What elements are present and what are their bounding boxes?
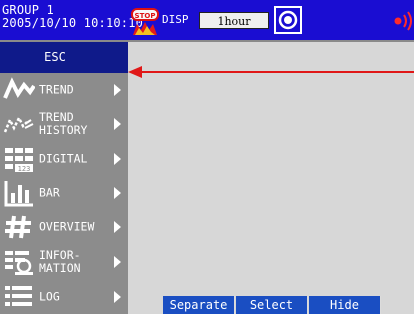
submenu-arrow-icon bbox=[114, 187, 121, 199]
trend-icon bbox=[3, 77, 35, 99]
date-time: 2005/10/10 10:10:10 bbox=[2, 16, 144, 30]
submenu-arrow-icon bbox=[114, 118, 121, 130]
status-bar: GROUP 1 2005/10/10 10:10:10 STOP DISP 1h… bbox=[0, 0, 414, 42]
bar-icon bbox=[4, 181, 33, 207]
menu-item-label: DIGITAL bbox=[39, 151, 88, 166]
stop-icon: STOP bbox=[131, 8, 159, 35]
time-span-display: 1hour bbox=[199, 12, 269, 29]
group-name: GROUP 1 bbox=[2, 3, 54, 17]
trend-history-icon bbox=[3, 115, 34, 133]
menu-item-bar[interactable]: BAR bbox=[0, 176, 128, 210]
svg-text:STOP: STOP bbox=[135, 12, 156, 20]
menu-item-label: TREND bbox=[39, 82, 74, 97]
menu-item-overview[interactable]: OVERVIEW bbox=[0, 211, 128, 243]
log-icon bbox=[5, 286, 32, 306]
menu-item-information[interactable]: INFOR- MATION bbox=[0, 244, 128, 280]
menu-item-trend[interactable]: TREND bbox=[0, 75, 128, 105]
menu-item-label: TREND HISTORY bbox=[39, 110, 88, 137]
menu-item-label: OVERVIEW bbox=[39, 219, 95, 234]
submenu-arrow-icon bbox=[114, 291, 121, 303]
annotation-arrow bbox=[128, 66, 414, 78]
submenu-arrow-icon bbox=[114, 84, 121, 96]
menu-item-label: BAR bbox=[39, 185, 60, 200]
submenu-arrow-icon bbox=[114, 153, 121, 165]
separate-softkey[interactable]: Separate bbox=[163, 296, 235, 314]
clock-icon bbox=[274, 6, 302, 34]
select-softkey[interactable]: Select bbox=[236, 296, 308, 314]
submenu-arrow-icon bbox=[114, 221, 121, 233]
overview-icon bbox=[5, 215, 31, 239]
menu-item-label: LOG bbox=[39, 289, 60, 304]
menu-item-digital[interactable]: 123 DIGITAL bbox=[0, 143, 128, 175]
svg-text:123: 123 bbox=[18, 165, 31, 173]
menu-item-log[interactable]: LOG bbox=[0, 281, 128, 313]
alarm-icon bbox=[394, 11, 412, 31]
submenu-arrow-icon bbox=[114, 256, 121, 268]
digital-icon: 123 bbox=[5, 148, 33, 173]
display-menu: ESC TREND TREND HISTORY 123 DIGITAL BAR … bbox=[0, 42, 128, 314]
information-icon bbox=[5, 251, 33, 275]
esc-button[interactable]: ESC bbox=[0, 42, 128, 73]
disp-label: DISP bbox=[162, 13, 189, 26]
menu-item-trend-history[interactable]: TREND HISTORY bbox=[0, 106, 128, 142]
menu-item-label: INFOR- MATION bbox=[39, 248, 81, 275]
hide-softkey[interactable]: Hide bbox=[309, 296, 381, 314]
